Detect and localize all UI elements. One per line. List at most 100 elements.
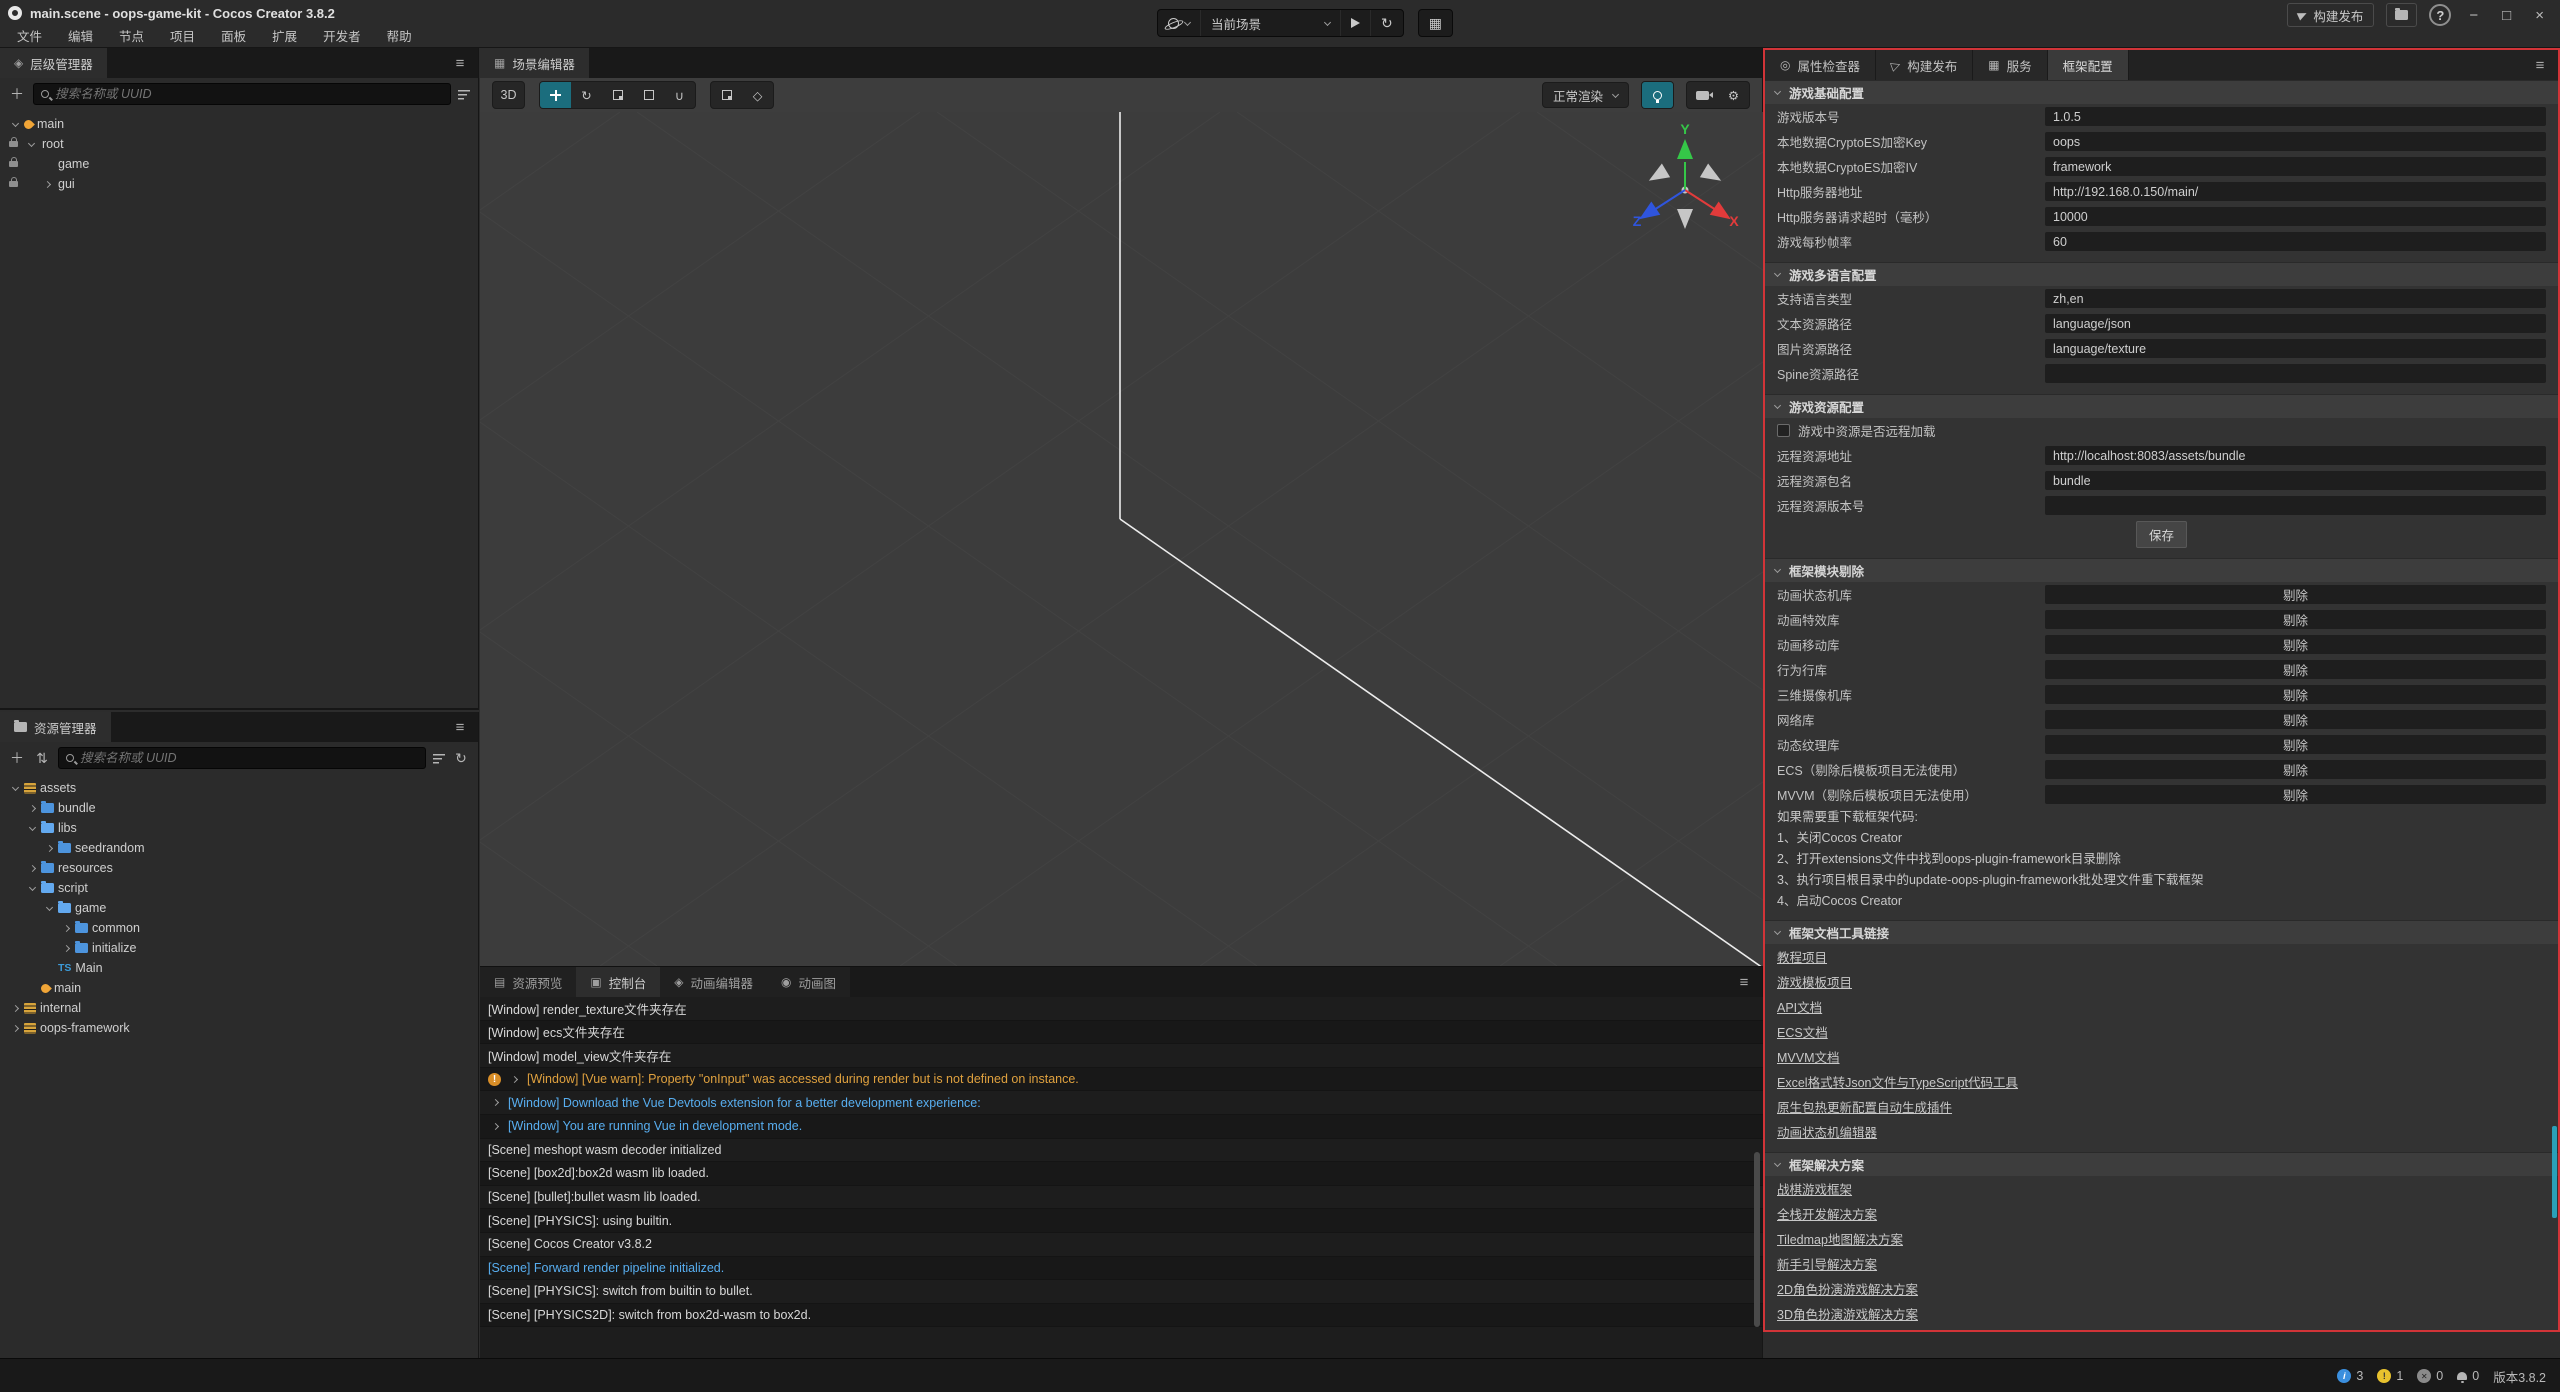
scale-tool-button[interactable] [602,82,633,108]
rect-tool-button[interactable] [633,82,664,108]
hierarchy-node[interactable]: game [0,154,478,174]
chevron-right-icon[interactable] [25,798,39,818]
chevron-down-icon[interactable] [25,878,39,898]
section-header[interactable]: 框架解决方案 [1765,1152,2558,1176]
console-tab[interactable]: ▤资源预览 [480,967,576,997]
scene-settings-button[interactable]: ⚙ [1718,82,1749,108]
doc-link[interactable]: 2D角色扮演游戏解决方案 [1777,1279,1918,1298]
scene-viewport[interactable]: Y X Z [480,112,1763,966]
asset-node[interactable]: common [0,918,478,938]
hierarchy-node[interactable]: main [0,114,478,134]
field-input[interactable]: oops [2045,132,2546,151]
chevron-right-icon[interactable] [8,1018,22,1038]
chevron-right-icon[interactable] [488,1093,502,1113]
console-log-row[interactable]: [Scene] [PHYSICS]: switch from builtin t… [480,1280,1763,1304]
inspector-scrollbar[interactable] [2552,1126,2557,1218]
chevron-down-icon[interactable] [8,114,22,134]
console-tab[interactable]: ◉动画图 [767,967,850,997]
asset-node[interactable]: script [0,878,478,898]
open-project-folder-button[interactable] [2386,3,2417,27]
section-header[interactable]: 游戏基础配置 [1765,80,2558,104]
warning-counter[interactable]: !1 [2377,1369,2403,1383]
chevron-right-icon[interactable] [59,938,73,958]
platform-select[interactable] [1158,9,1201,37]
asset-node[interactable]: libs [0,818,478,838]
sort-icon[interactable]: ⇅ [33,750,51,767]
doc-link[interactable]: 战棋游戏框架 [1777,1179,1852,1198]
console-log-row[interactable]: [Window] You are running Vue in developm… [480,1115,1763,1139]
chevron-right-icon[interactable] [59,918,73,938]
notification-counter[interactable]: 0 [2457,1369,2479,1383]
console-log-row[interactable]: [Scene] [bullet]:bullet wasm lib loaded. [480,1186,1763,1210]
move-tool-button[interactable] [540,82,571,108]
save-button[interactable]: 保存 [2136,521,2187,548]
render-mode-select[interactable]: 正常渲染 [1542,82,1629,108]
menu-item[interactable]: 开发者 [310,26,374,48]
menu-item[interactable]: 扩展 [259,26,310,48]
menu-item[interactable]: 项目 [157,26,208,48]
console-tab[interactable]: ▣控制台 [576,967,660,997]
console-tab[interactable]: ◈动画编辑器 [660,967,767,997]
snap-button[interactable] [711,82,742,108]
field-input[interactable]: 10000 [2045,207,2546,226]
doc-link[interactable]: ECS文档 [1777,1022,1828,1041]
lighting-toggle-button[interactable] [1642,82,1673,108]
doc-link[interactable]: MVVM文档 [1777,1047,1840,1066]
layout-button[interactable]: ▦ [1419,9,1452,37]
menu-item[interactable]: 编辑 [55,26,106,48]
console-log-row[interactable]: [Window] Download the Vue Devtools exten… [480,1091,1763,1115]
filter-icon[interactable] [433,753,445,764]
chevron-right-icon[interactable] [25,858,39,878]
inspector-tab[interactable]: ◎属性检查器 [1765,50,1876,80]
chevron-right-icon[interactable] [8,998,22,1018]
field-input[interactable] [2045,496,2546,515]
cube-snap-button[interactable]: ◇ [742,82,773,108]
help-button[interactable]: ? [2429,4,2451,26]
console-log-row[interactable]: [Scene] meshopt wasm decoder initialized [480,1139,1763,1163]
section-header[interactable]: 游戏多语言配置 [1765,262,2558,286]
asset-node[interactable]: assets [0,778,478,798]
asset-node[interactable]: seedrandom [0,838,478,858]
doc-link[interactable]: 教程项目 [1777,947,1827,966]
field-input[interactable]: 60 [2045,232,2546,251]
build-publish-button[interactable]: 构建发布 [2287,3,2374,27]
menu-item[interactable]: 面板 [208,26,259,48]
chevron-down-icon[interactable] [8,778,22,798]
doc-link[interactable]: 原生包热更新配置自动生成插件 [1777,1097,1952,1116]
asset-node[interactable]: bundle [0,798,478,818]
remove-button[interactable]: 剔除 [2045,760,2546,779]
maximize-button[interactable]: □ [2496,7,2517,24]
field-input[interactable]: bundle [2045,471,2546,490]
asset-node[interactable]: oops-framework [0,1018,478,1038]
scene-select[interactable]: 当前场景 [1201,9,1341,37]
add-asset-button[interactable]: ＋ [8,748,26,768]
asset-node[interactable]: resources [0,858,478,878]
console-log-row[interactable]: [Scene] [box2d]:box2d wasm lib loaded. [480,1162,1763,1186]
panel-menu-icon[interactable]: ≡ [442,48,478,78]
chevron-right-icon[interactable] [488,1116,502,1136]
remove-button[interactable]: 剔除 [2045,585,2546,604]
inspector-tab[interactable]: 框架配置 [2048,50,2129,80]
remove-button[interactable]: 剔除 [2045,785,2546,804]
asset-node[interactable]: main [0,978,478,998]
field-input[interactable]: http://192.168.0.150/main/ [2045,182,2546,201]
console-log-row[interactable]: [Scene] Forward render pipeline initiali… [480,1257,1763,1281]
console-log-row[interactable]: [Scene] Cocos Creator v3.8.2 [480,1233,1763,1257]
remove-button[interactable]: 剔除 [2045,685,2546,704]
field-input[interactable] [2045,364,2546,383]
doc-link[interactable]: Tiledmap地图解决方案 [1777,1229,1903,1248]
field-input[interactable]: framework [2045,157,2546,176]
error-counter[interactable]: ✕0 [2417,1369,2443,1383]
chevron-right-icon[interactable] [40,174,54,194]
remove-button[interactable]: 剔除 [2045,635,2546,654]
field-input[interactable]: language/texture [2045,339,2546,358]
asset-node[interactable]: internal [0,998,478,1018]
camera-button[interactable] [1687,82,1718,108]
doc-link[interactable]: 动画状态机编辑器 [1777,1122,1877,1141]
chevron-down-icon[interactable] [24,134,38,154]
menu-item[interactable]: 节点 [106,26,157,48]
doc-link[interactable]: 游戏模板项目 [1777,972,1852,991]
remove-button[interactable]: 剔除 [2045,710,2546,729]
console-log-row[interactable]: [Window] ecs文件夹存在 [480,1021,1763,1045]
panel-menu-icon[interactable]: ≡ [2522,50,2558,80]
